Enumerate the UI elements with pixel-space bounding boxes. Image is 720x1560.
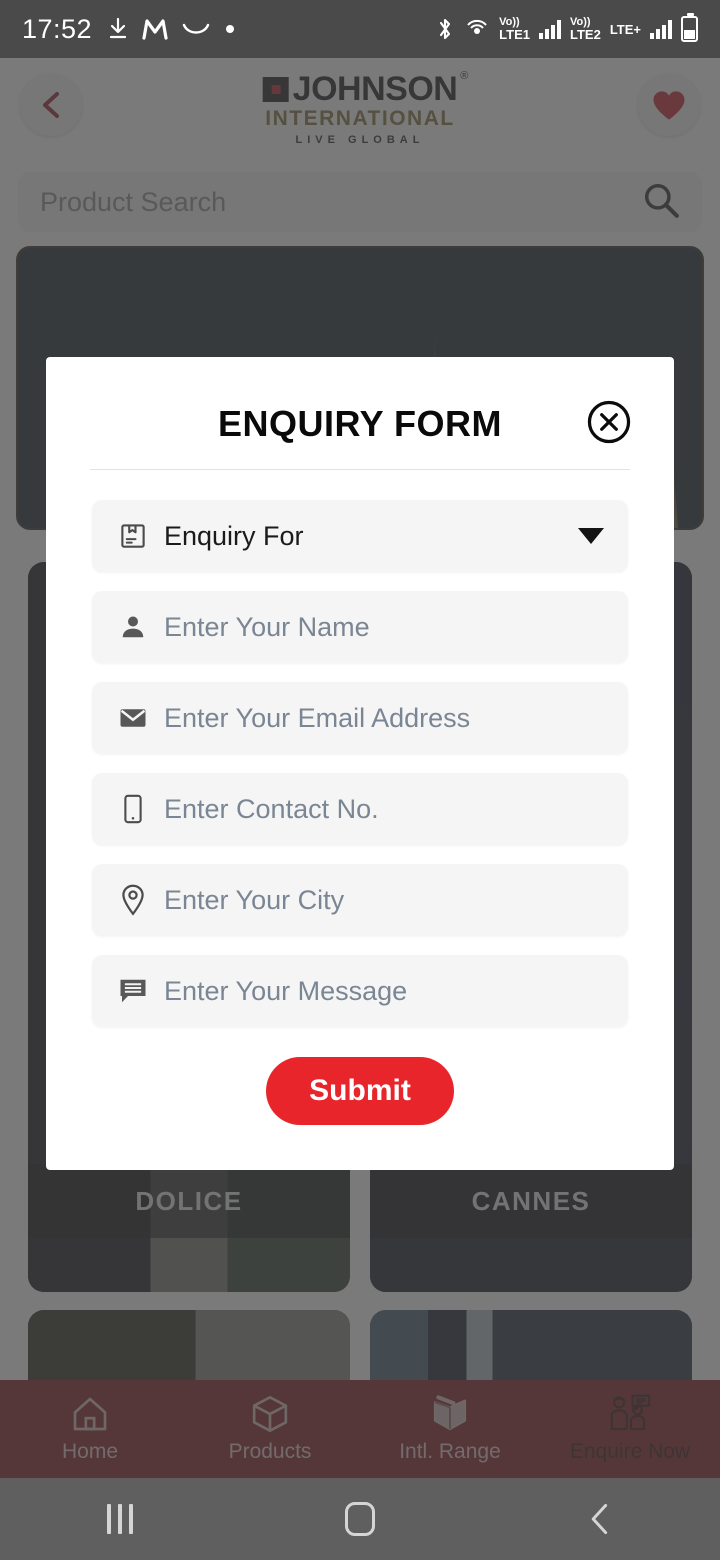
system-navigation-bar	[0, 1478, 720, 1560]
sim2-signal-icon	[650, 19, 672, 39]
mail-icon	[116, 703, 150, 733]
download-icon	[108, 17, 128, 41]
city-placeholder: Enter Your City	[164, 884, 345, 915]
close-button[interactable]	[586, 399, 632, 445]
curve-icon	[182, 21, 210, 37]
dialog-header: ENQUIRY FORM	[46, 357, 674, 469]
status-bar: 17:52 Vo)) LTE1 Vo)) LTE2 LTE+	[0, 0, 720, 58]
sim1-network-label: LTE1	[499, 27, 530, 42]
dot-icon	[224, 23, 236, 35]
dialog-body: Enquiry For Enter Your Name Enter Your E…	[46, 470, 674, 1125]
sim2-network-label: LTE2	[569, 27, 601, 42]
sim1-signal-icon	[538, 19, 561, 39]
phone-icon	[116, 794, 150, 824]
close-circle-icon	[587, 400, 631, 444]
chevron-down-icon	[578, 528, 604, 544]
submit-button-row: Submit	[92, 1057, 628, 1125]
name-field[interactable]: Enter Your Name	[92, 591, 628, 663]
location-pin-icon	[116, 884, 150, 916]
person-icon	[116, 612, 150, 642]
home-circle-icon	[345, 1502, 375, 1536]
message-field[interactable]: Enter Your Message	[92, 955, 628, 1027]
status-bar-clock: 17:52	[22, 13, 93, 44]
contact-placeholder: Enter Contact No.	[164, 793, 379, 824]
message-icon	[116, 977, 150, 1005]
dialog-title: ENQUIRY FORM	[217, 403, 502, 444]
m-app-icon	[142, 18, 168, 40]
email-field[interactable]: Enter Your Email Address	[92, 682, 628, 754]
package-icon	[116, 521, 150, 551]
back-chevron-icon	[591, 1503, 608, 1535]
city-field[interactable]: Enter Your City	[92, 864, 628, 936]
email-placeholder: Enter Your Email Address	[164, 702, 471, 733]
hotspot-icon	[464, 16, 490, 42]
message-placeholder: Enter Your Message	[164, 975, 408, 1006]
bluetooth-icon	[435, 16, 455, 42]
sim2-indicator: Vo)) LTE2	[569, 17, 601, 42]
enquiry-form-dialog: ENQUIRY FORM Enquiry For Enter Your Name…	[46, 357, 674, 1170]
phone-screen: JOHNSON ® INTERNATIONAL LIVE GLOBAL Prod…	[0, 0, 720, 1560]
system-recents-button[interactable]	[60, 1504, 180, 1534]
sim1-indicator: Vo)) LTE1	[499, 17, 530, 42]
sim2-lteplus-label: LTE+	[609, 21, 641, 37]
system-home-button[interactable]	[300, 1502, 420, 1536]
system-back-button[interactable]	[540, 1502, 660, 1536]
contact-field[interactable]: Enter Contact No.	[92, 773, 628, 845]
recents-icon	[107, 1504, 133, 1534]
submit-button[interactable]: Submit	[266, 1057, 454, 1125]
battery-icon	[681, 13, 698, 42]
enquiry-for-select[interactable]: Enquiry For	[92, 500, 628, 572]
enquiry-for-value: Enquiry For	[164, 520, 304, 551]
name-placeholder: Enter Your Name	[164, 611, 370, 642]
